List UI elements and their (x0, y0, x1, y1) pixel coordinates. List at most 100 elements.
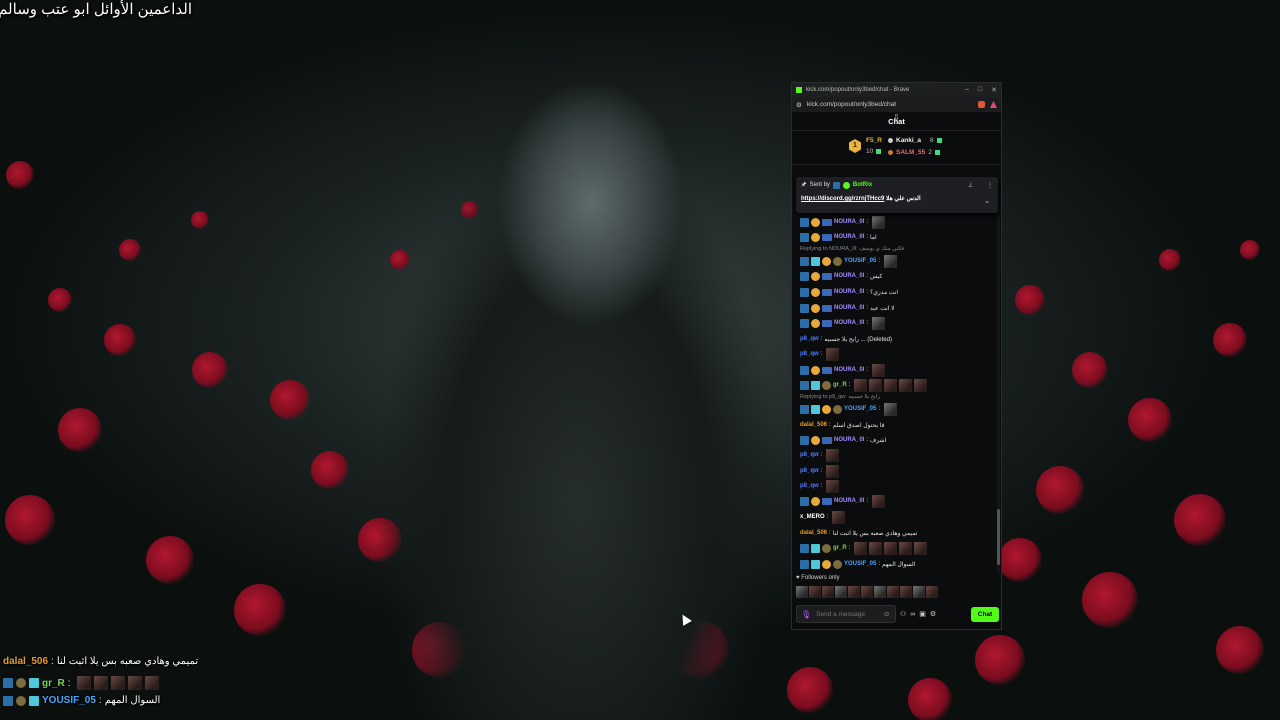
chat-username[interactable]: dalal_506 (800, 422, 827, 428)
chat-username[interactable]: p8_qw (800, 336, 819, 342)
chat-message[interactable]: p8_qw: (800, 347, 840, 361)
more-options-icon[interactable]: ⋮ (987, 182, 993, 189)
reply-context[interactable]: Replying to p8_qw: رابح يلا جسبيه (800, 394, 880, 400)
emote-icon[interactable] (899, 378, 913, 392)
emote-icon[interactable] (854, 378, 868, 392)
maximize-button[interactable]: □ (978, 86, 982, 94)
chat-username[interactable]: NOURA_0l (834, 273, 864, 279)
emote-icon[interactable] (872, 216, 886, 229)
gift-icon[interactable]: ▣ (919, 610, 926, 618)
pinned-bot-name[interactable]: BotRix (853, 182, 872, 188)
emote-icon[interactable] (826, 448, 840, 462)
recent-emotes-row[interactable] (796, 586, 938, 598)
emote-icon[interactable] (914, 378, 928, 392)
emote-icon[interactable] (900, 586, 912, 598)
emote-icon[interactable] (93, 676, 108, 690)
chevron-down-icon[interactable]: ⌄ (984, 197, 990, 205)
emote-icon[interactable] (809, 586, 821, 598)
chat-username[interactable]: YOUSIF_05 (844, 406, 876, 412)
chat-username[interactable]: YOUSIF_05 (844, 561, 876, 567)
chat-message[interactable]: YOUSIF_05: (800, 402, 898, 416)
window-titlebar[interactable]: kick.com/popout/only3bed/chat - Brave – … (792, 83, 1001, 97)
brave-shield-icon[interactable] (978, 101, 985, 108)
chat-message[interactable]: p8_qw: (800, 448, 840, 462)
emote-icon[interactable] (887, 586, 899, 598)
emote-icon[interactable] (854, 541, 868, 555)
emote-icon[interactable] (826, 347, 840, 361)
chat-message[interactable]: dalal_506: تميمي وهادي صعبه بس يلا اثبت ل… (800, 527, 917, 539)
emote-icon[interactable] (913, 586, 925, 598)
chat-username[interactable]: NOURA_0l (834, 219, 864, 225)
chat-message[interactable]: NOURA_0l: اما (800, 231, 877, 243)
emote-icon[interactable] (874, 586, 886, 598)
chat-scrollbar[interactable] (997, 216, 1000, 573)
chat-username[interactable]: NOURA_0l (834, 305, 864, 311)
settings-gear-icon[interactable]: ⚙ (930, 610, 936, 618)
address-bar[interactable]: ⚙ kick.com/popout/only3bed/chat (792, 97, 1001, 113)
url-text[interactable]: kick.com/popout/only3bed/chat (807, 101, 896, 108)
emote-icon[interactable] (872, 363, 886, 377)
emote-icon[interactable] (835, 586, 847, 598)
emote-icon[interactable] (826, 464, 840, 478)
chat-username[interactable]: NOURA_0l (834, 320, 864, 326)
emoji-picker-icon[interactable]: ☺ (883, 611, 890, 618)
emote-icon[interactable] (822, 586, 834, 598)
chat-username[interactable]: p8_qw (800, 483, 819, 489)
chat-message[interactable]: NOURA_0l: لا انت عيد (800, 302, 895, 314)
chat-username[interactable]: x_MERO (800, 514, 825, 520)
leader-first[interactable]: F5_R (866, 137, 882, 144)
emote-icon[interactable] (884, 402, 898, 416)
emote-icon[interactable] (914, 541, 928, 555)
chat-message[interactable]: NOURA_0l: (800, 216, 886, 229)
message-input-wrap[interactable]: 🎙 ☺ (796, 605, 896, 623)
emote-icon[interactable] (884, 541, 898, 555)
site-settings-icon[interactable]: ⚙ (796, 101, 802, 109)
chat-message[interactable]: YOUSIF_05: (800, 254, 898, 268)
emote-icon[interactable] (872, 316, 886, 330)
reply-context[interactable]: Replying to NOURA_0l: فكني منك ي يوسف (800, 246, 904, 252)
chat-username[interactable]: gr_R (833, 545, 847, 551)
chat-message[interactable]: p8_qw: (800, 479, 840, 493)
chat-message[interactable]: x_MERO: (800, 510, 846, 524)
infinity-icon[interactable]: ∞ (910, 611, 915, 618)
close-button[interactable]: ✕ (991, 86, 997, 94)
chat-username[interactable]: NOURA_0l (834, 498, 864, 504)
unpin-icon[interactable]: ⊥ (968, 182, 973, 189)
chat-username[interactable]: p8_qw (800, 351, 819, 357)
chat-message[interactable]: gr_R: (800, 378, 928, 392)
chat-message[interactable]: dalal_506: قا يحتول اصدق اسلم (800, 419, 884, 431)
emote-icon[interactable] (884, 254, 898, 268)
emote-icon[interactable] (869, 541, 883, 555)
chat-message[interactable]: NOURA_0l: (800, 494, 886, 508)
pinned-message[interactable]: 🖈 Sent by BotRix ⊥ ⋮ الدس علي هلا https:… (796, 177, 998, 213)
chat-username[interactable]: p8_qw (800, 468, 819, 474)
emote-icon[interactable] (899, 541, 913, 555)
chat-message[interactable]: NOURA_0l: (800, 316, 886, 330)
chat-message[interactable]: NOURA_0l: كيس (800, 270, 882, 282)
emote-icon[interactable] (848, 586, 860, 598)
chat-username[interactable]: NOURA_0l (834, 437, 864, 443)
emote-icon[interactable] (127, 676, 142, 690)
pinned-link[interactable]: https://discord.gg/rzrnjTHcc9 (801, 196, 884, 202)
message-input[interactable] (816, 610, 879, 618)
scrollbar-thumb[interactable] (997, 509, 1000, 565)
chat-message[interactable]: YOUSIF_05: السوال المهم (800, 558, 915, 570)
emote-icon[interactable] (826, 479, 840, 493)
emote-icon[interactable] (144, 676, 159, 690)
chat-username[interactable]: NOURA_0l (834, 289, 864, 295)
emote-icon[interactable] (796, 586, 808, 598)
chat-message[interactable]: NOURA_0l: (800, 363, 886, 377)
chat-username[interactable]: NOURA_0l (834, 234, 864, 240)
leader-third[interactable]: SALM_55 2 (888, 149, 940, 156)
emote-icon[interactable] (869, 378, 883, 392)
emote-icon[interactable] (872, 494, 886, 508)
leader-second[interactable]: Kanki_a 8 (888, 137, 942, 144)
chat-feed[interactable]: NOURA_0l: NOURA_0l: اما Replying to NOURA_0… (792, 216, 1001, 573)
chat-username[interactable]: NOURA_0l (834, 367, 864, 373)
chat-username[interactable]: p8_qw (800, 452, 819, 458)
emote-icon[interactable] (861, 586, 873, 598)
chat-username[interactable]: dalal_506 (800, 530, 827, 536)
emote-icon[interactable] (110, 676, 125, 690)
emote-icon[interactable] (926, 586, 938, 598)
emote-icon[interactable] (76, 676, 91, 690)
